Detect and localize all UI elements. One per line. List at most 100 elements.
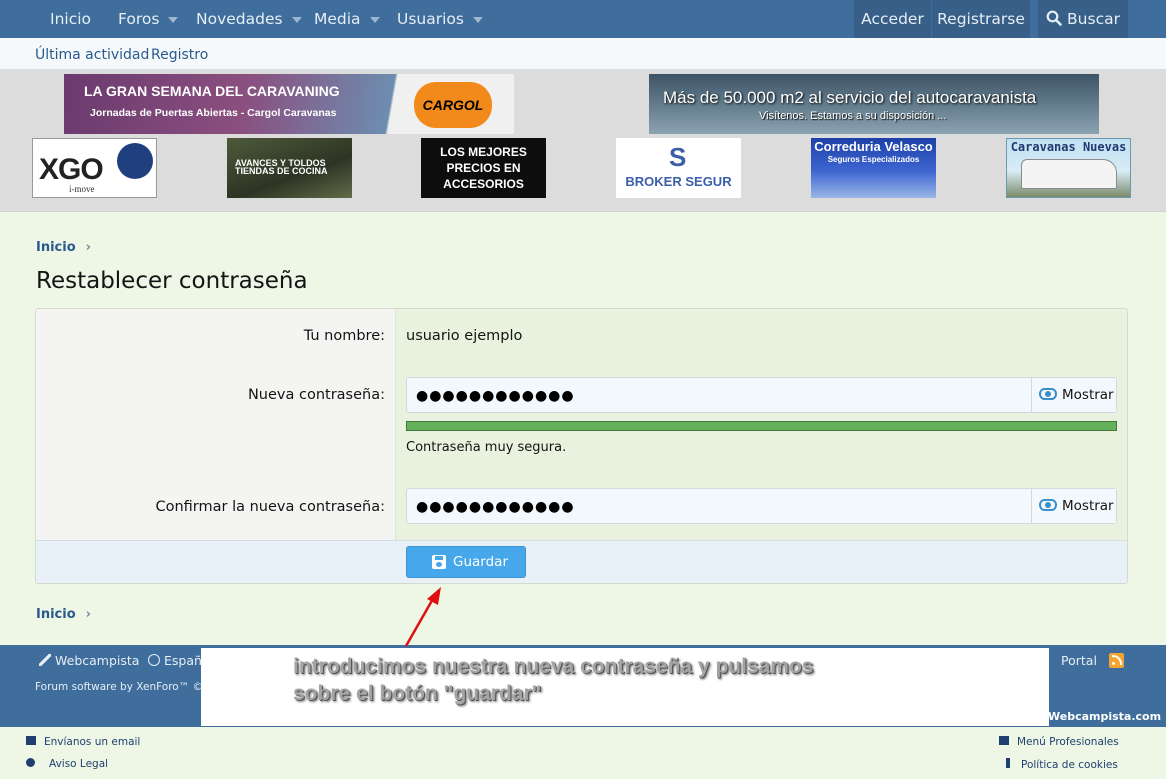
- chevron-down-icon[interactable]: [472, 16, 483, 23]
- annotation-line: introducimos nuestra nueva contraseña y …: [293, 655, 814, 678]
- show-password-button[interactable]: Mostrar: [1031, 489, 1116, 523]
- cookies-link[interactable]: Política de cookies: [1003, 758, 1118, 771]
- caravan-icon: [1021, 159, 1117, 189]
- banner-title: LA GRAN SEMANA DEL CARAVANING: [84, 83, 340, 99]
- password-mask: ●●●●●●●●●●●●: [416, 388, 575, 404]
- chevron-right-icon: ›: [85, 607, 92, 622]
- style-chooser[interactable]: Webcampista: [39, 653, 139, 668]
- nav-item-usuarios[interactable]: Usuarios: [397, 0, 483, 38]
- subnav-latest-activity[interactable]: Última actividad: [35, 38, 149, 72]
- confirm-password-input[interactable]: ●●●●●●●●●●●● Mostrar: [406, 488, 1117, 524]
- banner-text: Caravanas Nuevas: [1010, 140, 1127, 154]
- banner-area: LA GRAN SEMANA DEL CARAVANING Jornadas d…: [0, 70, 1166, 212]
- subnav-register[interactable]: Registro: [151, 38, 208, 72]
- globe-icon: [148, 654, 160, 666]
- broker-logo-icon: S: [669, 142, 687, 172]
- banner-text: Correduria Velasco: [814, 139, 933, 154]
- email-label: Envíanos un email: [44, 736, 141, 748]
- breadcrumb: Inicio ›: [36, 240, 91, 255]
- nav-item-label: Novedades: [196, 10, 283, 28]
- nav-item-label: Usuarios: [397, 10, 464, 28]
- confirm-password-label: Confirmar la nueva contraseña:: [155, 499, 385, 515]
- banner-cargol[interactable]: LA GRAN SEMANA DEL CARAVANING Jornadas d…: [64, 74, 514, 134]
- nav-item-foros[interactable]: Foros: [118, 0, 179, 38]
- banner-title: Más de 50.000 m2 al servicio del autocar…: [663, 88, 1037, 107]
- name-label: Tu nombre:: [303, 328, 385, 344]
- login-label: Acceder: [861, 10, 924, 28]
- password-strength-fill: [407, 422, 1116, 430]
- xgo-logo: XGO: [39, 153, 104, 186]
- banner-subtitle: Seguros Especializados: [827, 155, 920, 164]
- eye-icon: [1039, 499, 1057, 511]
- legal-label: Aviso Legal: [49, 758, 109, 770]
- cookies-label: Política de cookies: [1021, 759, 1118, 771]
- banner-text: AVANCES Y TOLDOS TIENDAS DE COCINA: [235, 158, 328, 176]
- password-strength-meter: [406, 421, 1117, 431]
- new-password-input[interactable]: ●●●●●●●●●●●● Mostrar: [406, 377, 1117, 413]
- list-icon: [999, 736, 1009, 745]
- rss-icon[interactable]: [1109, 653, 1124, 668]
- banner-autocaravanista[interactable]: Más de 50.000 m2 al servicio del autocar…: [649, 74, 1099, 134]
- cargol-logo: CARGOL: [414, 82, 492, 128]
- breadcrumb-home-link[interactable]: Inicio: [36, 240, 76, 255]
- chevron-down-icon[interactable]: [168, 16, 179, 23]
- legal-link[interactable]: Aviso Legal: [26, 758, 108, 770]
- search-button[interactable]: Buscar: [1038, 0, 1128, 38]
- search-label: Buscar: [1067, 10, 1120, 28]
- banner-precios[interactable]: LOS MEJORES PRECIOS EN ACCESORIOS: [421, 138, 546, 198]
- annotation-text: introducimos nuestra nueva contraseña y …: [293, 653, 813, 707]
- save-label: Guardar: [453, 554, 508, 570]
- language-label: Españ: [164, 653, 202, 668]
- elephant-icon: [117, 143, 153, 179]
- xgo-tagline: i-move: [69, 184, 95, 194]
- login-button[interactable]: Acceder: [854, 0, 931, 38]
- top-navigation: Inicio Foros Novedades Media Usuarios Ac…: [0, 0, 1166, 38]
- annotation-line: sobre el botón "guardar": [293, 682, 542, 705]
- nav-item-label: Foros: [118, 10, 160, 28]
- language-chooser[interactable]: Españ: [148, 653, 202, 668]
- professionals-menu-link[interactable]: Menú Profesionales: [999, 736, 1119, 748]
- nav-item-label: Media: [314, 10, 361, 28]
- chevron-right-icon: ›: [85, 240, 92, 255]
- footer-site-name: Webcampista.com: [1048, 710, 1162, 723]
- save-button[interactable]: Guardar: [406, 546, 526, 578]
- banner-xgo[interactable]: XGO i-move: [32, 138, 157, 198]
- eye-icon: [1039, 388, 1057, 400]
- password-strength-text: Contraseña muy segura.: [406, 440, 567, 455]
- form-label-column: Tu nombre: Nueva contraseña: Confirmar l…: [36, 309, 396, 540]
- new-password-label: Nueva contraseña:: [247, 387, 385, 403]
- nav-item-media[interactable]: Media: [314, 0, 380, 38]
- register-label: Registrarse: [937, 10, 1025, 28]
- breadcrumb-bottom: Inicio ›: [36, 607, 91, 622]
- footer-portal-link[interactable]: Portal: [1061, 653, 1097, 668]
- nav-item-inicio[interactable]: Inicio: [50, 0, 91, 38]
- banner-text: LOS MEJORES PRECIOS EN ACCESORIOS: [440, 145, 527, 191]
- chevron-down-icon[interactable]: [369, 16, 380, 23]
- breadcrumb-home-link[interactable]: Inicio: [36, 607, 76, 622]
- form-footer: Guardar: [36, 540, 1127, 583]
- envelope-icon: [26, 736, 36, 745]
- nav-item-label: Inicio: [50, 10, 92, 28]
- banner-caravanas-nuevas[interactable]: Caravanas Nuevas: [1006, 138, 1131, 198]
- bottom-links: Envíanos un email Aviso Legal Menú Profe…: [0, 727, 1166, 779]
- page-title: Restablecer contraseña: [36, 268, 308, 294]
- sub-navigation: Última actividad Registro: [0, 38, 1166, 70]
- info-icon: [1006, 758, 1010, 768]
- annotation-box: introducimos nuestra nueva contraseña y …: [201, 648, 1049, 726]
- style-label: Webcampista: [55, 653, 140, 668]
- copyright-text: Forum software by XenForo™ © 2: [35, 681, 214, 693]
- nav-item-novedades[interactable]: Novedades: [196, 0, 302, 38]
- professionals-label: Menú Profesionales: [1017, 736, 1119, 748]
- banner-broker-segur[interactable]: S BROKER SEGUR: [616, 138, 741, 198]
- email-link[interactable]: Envíanos un email: [26, 736, 140, 748]
- reset-password-form: Tu nombre: Nueva contraseña: Confirmar l…: [35, 308, 1128, 584]
- banner-text: BROKER SEGUR: [625, 174, 732, 189]
- show-label: Mostrar: [1062, 387, 1114, 403]
- paint-brush-icon: [39, 654, 51, 666]
- banner-velasco[interactable]: Correduria Velasco Seguros Especializado…: [811, 138, 936, 198]
- chevron-down-icon[interactable]: [291, 16, 302, 23]
- annotation-arrow-icon: [404, 587, 441, 647]
- register-button[interactable]: Registrarse: [932, 0, 1030, 38]
- banner-toldos[interactable]: AVANCES Y TOLDOS TIENDAS DE COCINA: [227, 138, 352, 198]
- show-password-button[interactable]: Mostrar: [1031, 378, 1116, 412]
